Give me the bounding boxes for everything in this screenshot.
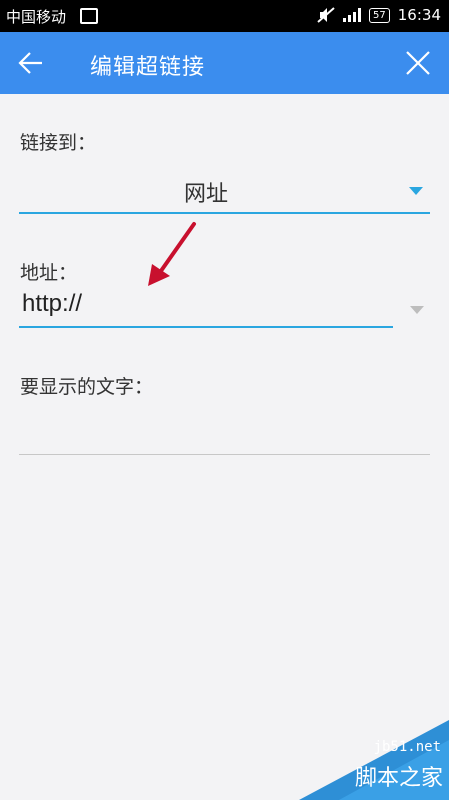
watermark-name: 脚本之家 (354, 766, 443, 791)
display-text-underline (19, 454, 430, 455)
toolbar: 编辑超链接 (0, 32, 449, 94)
watermark-site: jb51.net (373, 739, 441, 755)
mute-icon (317, 7, 335, 23)
page-title: 编辑超链接 (90, 55, 206, 80)
link-to-label: 链接到： (20, 132, 97, 154)
close-icon[interactable] (405, 50, 431, 76)
display-text-input[interactable] (20, 410, 430, 450)
link-type-underline (19, 212, 430, 214)
address-input[interactable]: http:// (22, 290, 82, 318)
carrier-name: 中国移动 (6, 8, 67, 26)
image-notification-icon (80, 8, 98, 24)
status-right: 57 16:34 (317, 6, 441, 24)
link-type-value[interactable]: 网址 (0, 176, 412, 208)
address-underline (19, 326, 393, 328)
battery-icon: 57 (369, 7, 390, 23)
arrow-left-icon[interactable] (16, 48, 46, 78)
signal-icon (343, 8, 362, 22)
clock: 16:34 (397, 6, 441, 24)
address-label: 地址： (20, 262, 78, 284)
dropdown-arrow-icon[interactable] (409, 187, 423, 195)
status-bar: 中国移动 57 16:34 (0, 0, 449, 32)
annotation-arrow-icon (148, 222, 196, 286)
address-dropdown-icon[interactable] (410, 306, 424, 314)
display-text-label: 要显示的文字： (20, 376, 154, 398)
